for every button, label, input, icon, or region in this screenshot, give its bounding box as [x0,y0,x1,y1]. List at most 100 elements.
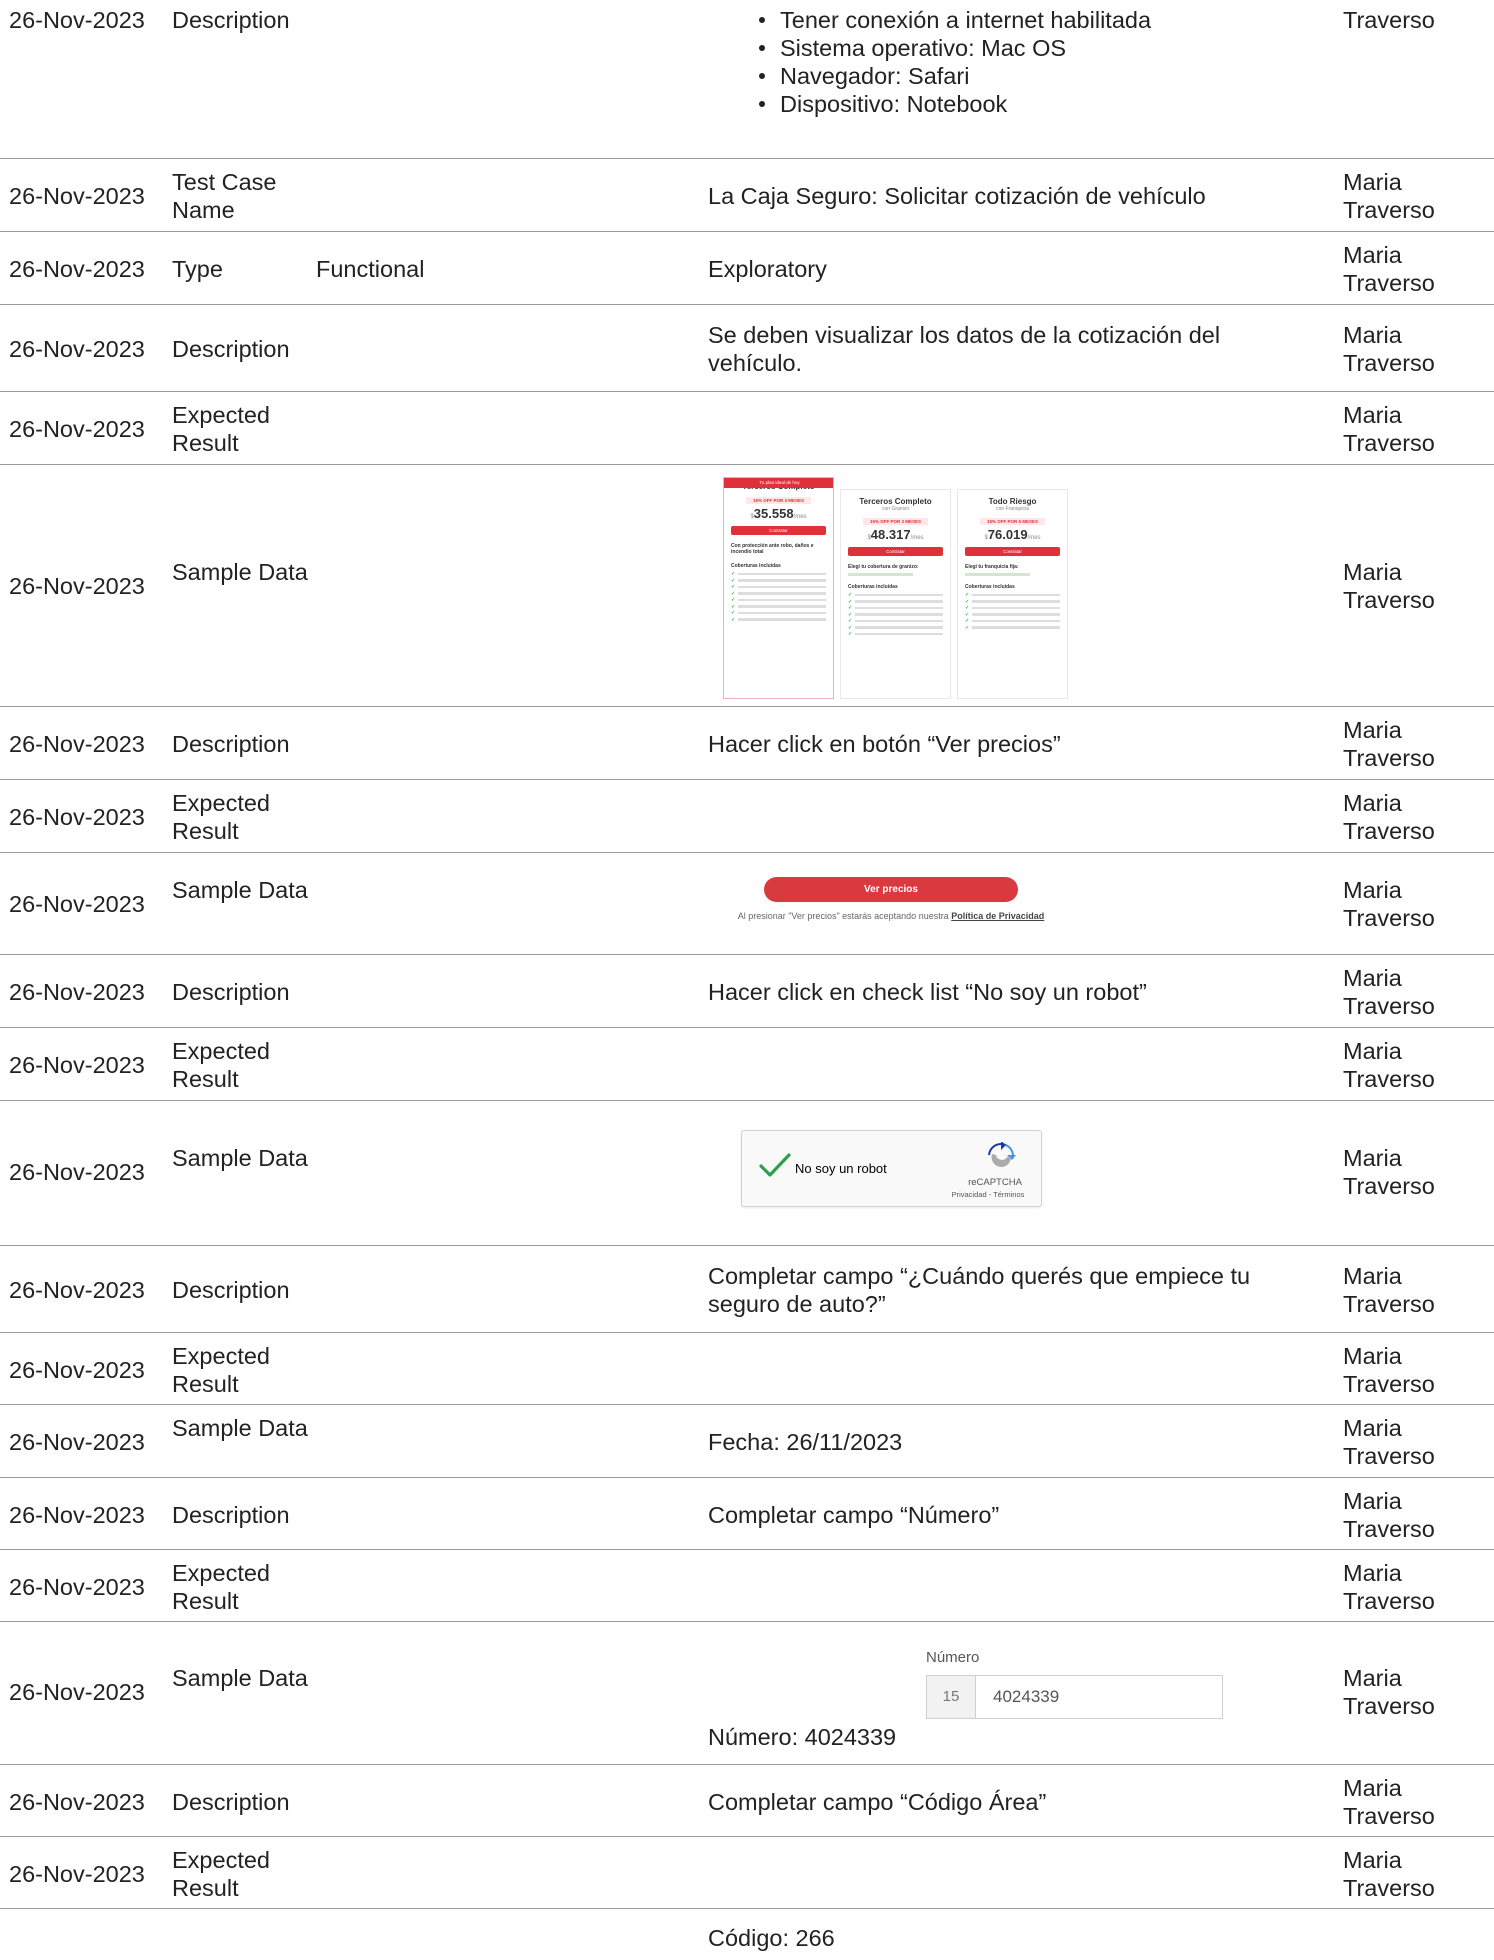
table-row: 26-Nov-2023 Expected Result Maria Traver… [0,1333,1494,1405]
field-cell: Expected Result [172,1343,270,1397]
author-cell: Maria Traverso [1343,559,1435,613]
author-cell: Maria Traverso [1343,790,1435,844]
author-cell: Maria Traverso [1343,1560,1435,1614]
plan-note: Elegí tu cobertura de granizo: [848,564,919,570]
date-cell: 26-Nov-2023 [9,256,145,282]
author-cell: Maria Traverso [1343,1343,1435,1397]
main-cell: Código: 266 [708,1925,835,1951]
ver-precios-button[interactable]: Ver precios [764,877,1018,902]
main-cell: Exploratory [708,256,827,282]
numero-label: Número [926,1649,980,1666]
field-cell: Description [172,979,290,1005]
author-cell: Maria Traverso [1343,322,1435,376]
date-cell: 26-Nov-2023 [9,1052,145,1078]
main-cell: Completar campo “¿Cuándo querés que empi… [708,1263,1251,1317]
table-row: 26-Nov-2023 Description Completar campo … [0,1246,1494,1333]
table-row: 26-Nov-2023 Description Tener conexión a… [0,0,1494,159]
date-cell: 26-Nov-2023 [9,416,145,442]
main-cell: Número: 4024339 [708,1724,897,1750]
field-cell: Sample Data [172,1415,308,1441]
author-cell: Traverso [1343,7,1435,33]
author-cell: Maria Traverso [1343,242,1435,296]
date-cell: 26-Nov-2023 [9,1789,145,1815]
main-cell: Completar campo “Código Área” [708,1789,1047,1815]
privacy-policy-link[interactable]: Política de Privacidad [951,911,1044,921]
field-cell: Description [172,1502,290,1528]
date-cell: 26-Nov-2023 [9,804,145,830]
date-cell: 26-Nov-2023 [9,7,145,33]
plan-note: Con protección ante robo, daños e incend… [731,543,814,555]
list-item: Sistema operativo: Mac OS [754,34,1314,62]
field-cell: Type [172,256,223,282]
checkmark-icon[interactable] [758,1149,792,1183]
author-cell: Maria Traverso [1343,1145,1435,1199]
field-cell: Sample Data [172,1665,308,1691]
date-cell: 26-Nov-2023 [9,1679,145,1705]
plan-price: $48.317/mes [867,527,924,542]
captcha-terms-link[interactable]: Privacidad - Términos [938,1190,1038,1199]
test-case-document: 26-Nov-2023 Description Tener conexión a… [0,0,1494,1960]
plan-note: Elegí tu franquicia fija: [965,564,1019,570]
main-cell: Fecha: 26/11/2023 [708,1429,903,1455]
field-cell: Test Case Name [172,169,277,223]
field-cell: Description [172,1277,290,1303]
field-cell: Description [172,731,290,757]
plan-banner: Tu plan ideal de hoy [724,478,833,488]
date-cell: 26-Nov-2023 [9,573,145,599]
table-row: 26-Nov-2023 Sample Data Número: 4024339 … [0,1622,1494,1765]
plan-subtitle: con Granizo [882,506,909,512]
table-row: 26-Nov-2023 Description Hacer click en c… [0,955,1494,1028]
date-cell: 26-Nov-2023 [9,336,145,362]
table-row: 26-Nov-2023 Sample Data Fecha: 26/11/202… [0,1405,1494,1478]
date-cell: 26-Nov-2023 [9,731,145,757]
field-cell: Sample Data [172,559,308,585]
date-cell: 26-Nov-2023 [9,1861,145,1887]
numero-value: 4024339 [993,1687,1060,1706]
date-cell: 26-Nov-2023 [9,1277,145,1303]
date-cell: 26-Nov-2023 [9,183,145,209]
field-cell: Description [172,1789,290,1815]
field-cell: Expected Result [172,1560,270,1614]
main-cell: Hacer click en botón “Ver precios” [708,731,1061,757]
table-row: 26-Nov-2023 Expected Result Maria Traver… [0,392,1494,465]
table-row: 26-Nov-2023 Expected Result Maria Traver… [0,1028,1494,1101]
captcha-brand: reCAPTCHA [968,1177,1022,1188]
field-cell: Expected Result [172,790,270,844]
plan-discount: 15% OFF POR 3 MESES [746,497,811,504]
plan-subtitle: con Franquicia [996,506,1029,512]
plan-price: $35.558/mes [750,506,807,521]
table-row: 26-Nov-2023 Test Case Name La Caja Segur… [0,159,1494,232]
plan-card: Todo Riesgo con Franquicia 15% OFF POR 6… [957,489,1068,699]
date-cell: 26-Nov-2023 [9,1502,145,1528]
plan-price: $76.019/mes [984,527,1041,542]
numero-prefix: 15 [927,1676,976,1718]
table-row: 26-Nov-2023 Description Completar campo … [0,1765,1494,1837]
contratar-button[interactable]: Contratar [965,547,1060,556]
table-row: 26-Nov-2023 Expected Result Maria Traver… [0,1550,1494,1622]
numero-input[interactable]: 15 4024339 [926,1675,1223,1719]
contratar-button[interactable]: Contratar [731,526,826,535]
table-row: 26-Nov-2023 Expected Result Maria Traver… [0,1837,1494,1909]
author-cell: Maria Traverso [1343,877,1435,931]
numero-field: Número 15 4024339 [926,1649,1223,1719]
captcha-label: No soy un robot [795,1161,887,1176]
recaptcha-logo-icon [988,1142,1016,1167]
main-cell: Completar campo “Número” [708,1502,1000,1528]
preconditions-list: Tener conexión a internet habilitada Sis… [754,6,1314,118]
coverage-header: Coberturas incluidas [848,584,898,590]
author-cell: Maria Traverso [1343,1665,1435,1719]
coverage-header: Coberturas incluidas [965,584,1015,590]
date-cell: 26-Nov-2023 [9,891,145,917]
plan-discount: 15% OFF POR 6 MESES [980,518,1045,525]
contratar-button[interactable]: Contratar [848,547,943,556]
date-cell: 26-Nov-2023 [9,1574,145,1600]
author-cell: Maria Traverso [1343,1263,1435,1317]
author-cell: Maria Traverso [1343,965,1435,1019]
author-cell: Maria Traverso [1343,1775,1435,1829]
author-cell: Maria Traverso [1343,169,1435,223]
field-cell: Expected Result [172,402,270,456]
field-cell: Sample Data [172,877,308,903]
table-row: 26-Nov-2023 Description Hacer click en b… [0,707,1494,780]
field-cell: Expected Result [172,1847,270,1901]
field-cell: Description [172,7,290,33]
